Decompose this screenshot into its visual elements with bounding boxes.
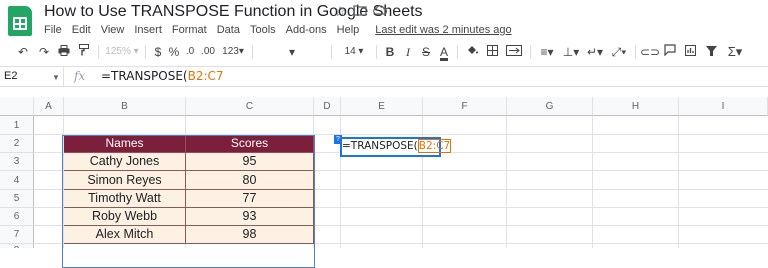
column-header-h[interactable]: H	[593, 97, 679, 116]
merge-cells-icon[interactable]	[502, 42, 526, 62]
formula-range: B2:C7	[187, 69, 224, 83]
paint-format-icon[interactable]	[74, 42, 94, 62]
fx-icon: fx	[74, 69, 86, 83]
row-header-4[interactable]: 4	[0, 171, 34, 190]
zoom-select[interactable]: 125% ▾	[103, 42, 141, 62]
insert-link-icon[interactable]: ⊂⊃	[640, 42, 660, 62]
star-icon[interactable]: ☆	[333, 4, 347, 18]
row-header-6[interactable]: 6	[0, 208, 34, 226]
row-header-3[interactable]: 3	[0, 153, 34, 171]
percent-button[interactable]: %	[166, 42, 182, 62]
insert-chart-icon[interactable]	[680, 42, 700, 62]
menu-insert[interactable]: Insert	[134, 22, 162, 38]
last-edit-link[interactable]: Last edit was 2 minutes ago	[375, 22, 511, 38]
menu-data[interactable]: Data	[217, 22, 240, 38]
menu-tools[interactable]: Tools	[250, 22, 276, 38]
insert-comment-icon[interactable]	[660, 42, 680, 62]
formula-bar: E2 ▼ fx =TRANSPOSE(B2:C7	[0, 66, 768, 87]
bold-button[interactable]: B	[381, 42, 399, 62]
filter-icon[interactable]	[700, 42, 722, 62]
active-cell-formula-range: B2:C7	[417, 139, 452, 153]
currency-button[interactable]: $	[150, 42, 166, 62]
move-folder-icon[interactable]	[353, 4, 367, 18]
menu-format[interactable]: Format	[172, 22, 207, 38]
column-header-g[interactable]: G	[507, 97, 593, 116]
column-header-b[interactable]: B	[64, 97, 186, 116]
active-cell-formula-text: =TRANSPOSE(	[342, 140, 418, 152]
formula-text: =TRANSPOSE(	[101, 69, 188, 83]
sheets-logo-icon[interactable]	[8, 6, 32, 36]
column-header-a[interactable]: A	[34, 97, 64, 116]
text-wrapping-icon[interactable]: ↵▾	[583, 42, 607, 62]
print-icon[interactable]	[54, 42, 74, 62]
row-header-8[interactable]: 8	[0, 244, 34, 248]
select-all-corner[interactable]	[0, 97, 34, 116]
font-size-select[interactable]: 14 ▾	[336, 42, 372, 62]
grid-line	[678, 116, 679, 248]
grid-line	[592, 116, 593, 248]
font-family-select[interactable]: ▾	[257, 42, 327, 62]
borders-icon[interactable]	[482, 42, 502, 62]
grid-line	[506, 116, 507, 248]
functions-icon[interactable]: Σ▾	[722, 42, 748, 62]
fill-color-icon[interactable]	[462, 42, 482, 62]
menu-edit[interactable]: Edit	[72, 22, 91, 38]
row-header-1[interactable]: 1	[0, 116, 34, 135]
horizontal-align-icon[interactable]: ≡▾	[535, 42, 559, 62]
italic-button[interactable]: I	[399, 42, 417, 62]
zoom-value: 125%	[105, 46, 131, 57]
formula-input[interactable]: =TRANSPOSE(B2:C7	[101, 69, 224, 83]
referenced-range-highlight	[62, 135, 315, 268]
redo-icon[interactable]: ↷	[34, 42, 54, 62]
more-formats-button[interactable]: 123▾	[218, 42, 248, 62]
font-size-value: 14	[344, 46, 356, 57]
increase-decimal-button[interactable]: .00	[198, 42, 218, 62]
vertical-align-icon[interactable]: ⊥▾	[559, 42, 583, 62]
row-header-5[interactable]: 5	[0, 190, 34, 208]
column-header-e[interactable]: E	[341, 97, 423, 116]
column-header-i[interactable]: I	[679, 97, 768, 116]
menu-add-ons[interactable]: Add-ons	[286, 22, 327, 38]
row-header-7[interactable]: 7	[0, 226, 34, 244]
menu-help[interactable]: Help	[337, 22, 360, 38]
name-box-dropdown-icon[interactable]: ▼	[52, 73, 60, 82]
text-color-button[interactable]: A	[435, 42, 453, 62]
menu-bar: File Edit View Insert Format Data Tools …	[44, 22, 512, 38]
toolbar: ↶ ↷ 125% ▾ $ % .0 .00 123▾ ▾ 14 ▾ B I S …	[0, 42, 768, 62]
active-cell-formula[interactable]: =TRANSPOSE(B2:C7	[342, 139, 452, 153]
menu-view[interactable]: View	[101, 22, 125, 38]
more-formats-label: 123	[222, 46, 239, 57]
undo-icon[interactable]: ↶	[12, 42, 34, 62]
grid-line	[422, 116, 423, 248]
column-header-f[interactable]: F	[423, 97, 507, 116]
text-rotation-icon[interactable]: ⤢▾	[607, 42, 631, 62]
column-header-c[interactable]: C	[186, 97, 314, 116]
row-header-2[interactable]: 2	[0, 135, 34, 153]
column-header-d[interactable]: D	[314, 97, 341, 116]
strikethrough-button[interactable]: S	[417, 42, 435, 62]
decrease-decimal-button[interactable]: .0	[182, 42, 198, 62]
cloud-status-icon[interactable]	[373, 4, 388, 18]
menu-file[interactable]: File	[44, 22, 62, 38]
